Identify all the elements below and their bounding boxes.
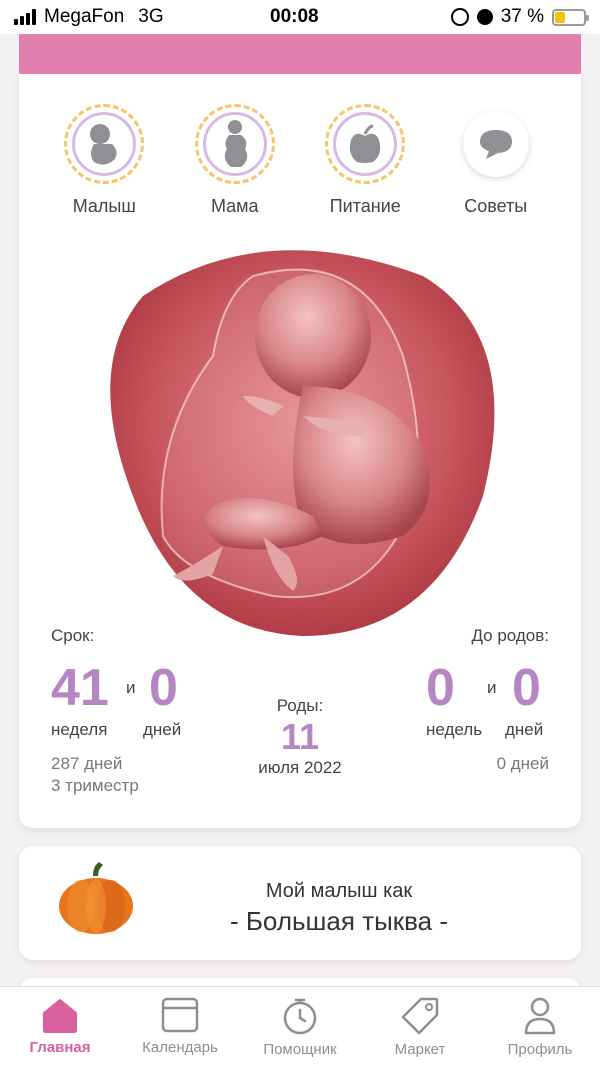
until-days-value: 0	[512, 659, 541, 717]
nav-label: Маркет	[394, 1041, 446, 1058]
nav-label: Профиль	[507, 1041, 573, 1058]
term-and: и	[126, 678, 136, 697]
tab-nutrition[interactable]: Питание	[310, 104, 420, 217]
nav-market[interactable]: Маркет	[360, 997, 480, 1058]
calendar-icon	[161, 997, 199, 1033]
tab-label: Питание	[329, 196, 401, 216]
nav-label: Главная	[29, 1039, 91, 1056]
tab-mom[interactable]: Мама	[180, 104, 290, 217]
signal-icon	[14, 9, 36, 25]
baby-size-card[interactable]: Мой малыш как - Большая тыква -	[19, 846, 581, 960]
tab-label: Мама	[210, 196, 259, 216]
nav-assistant[interactable]: Помощник	[240, 997, 360, 1058]
until-total-days: 0 дней	[496, 754, 549, 773]
fetus-illustration	[110, 250, 495, 636]
term-trimester: 3 триместр	[51, 776, 139, 795]
rotation-lock-icon	[450, 8, 469, 26]
term-label: Срок:	[51, 626, 95, 645]
term-section: Срок:	[51, 626, 94, 646]
category-tabs: Малыш Мама Питание Советы	[19, 104, 581, 217]
nav-calendar[interactable]: Календарь	[120, 997, 240, 1056]
birth-label: Роды:	[276, 696, 324, 715]
mom-icon	[224, 120, 247, 167]
chat-bubble-icon	[479, 130, 512, 159]
stopwatch-icon	[283, 998, 317, 1035]
size-card-title: Мой малыш как	[265, 880, 413, 902]
until-and: и	[487, 678, 497, 697]
price-tag-icon	[401, 997, 439, 1035]
until-birth-label: До родов:	[471, 626, 549, 645]
bottom-navigation: Главная Календарь Помощник Маркет Профил…	[0, 986, 600, 1066]
pumpkin-image	[59, 862, 133, 934]
until-weeks-unit: недель	[426, 720, 483, 739]
apple-icon	[350, 124, 381, 163]
status-bar: MegaFon 3G 00:08 37 %	[0, 0, 600, 34]
pregnancy-card: Малыш Мама Питание Советы Срок: 41 и 0 н…	[19, 74, 581, 828]
until-weeks-value: 0	[426, 659, 455, 717]
tab-baby[interactable]: Малыш	[49, 104, 159, 217]
profile-icon	[524, 997, 556, 1035]
size-card-fruit: - Большая тыква -	[229, 906, 448, 936]
nav-profile[interactable]: Профиль	[480, 997, 600, 1058]
tab-tips[interactable]: Советы	[441, 104, 551, 217]
tab-label: Советы	[464, 196, 528, 216]
status-time: 00:08	[270, 6, 319, 27]
until-days-block: 0	[512, 662, 541, 714]
network-type: 3G	[138, 6, 164, 27]
until-days-unit: дней	[505, 720, 544, 739]
tab-label: Малыш	[72, 196, 136, 216]
until-weeks-block: 0	[426, 662, 455, 714]
nav-label: Помощник	[263, 1041, 337, 1058]
alarm-icon	[476, 9, 493, 25]
carrier-name: MegaFon	[44, 6, 125, 27]
nav-label: Календарь	[142, 1039, 218, 1056]
home-icon	[43, 999, 77, 1033]
birth-day: 11	[280, 716, 320, 757]
battery-percent: 37 %	[500, 6, 544, 27]
baby-icon	[90, 124, 117, 165]
battery-icon	[552, 8, 589, 26]
nav-home[interactable]: Главная	[0, 997, 120, 1056]
